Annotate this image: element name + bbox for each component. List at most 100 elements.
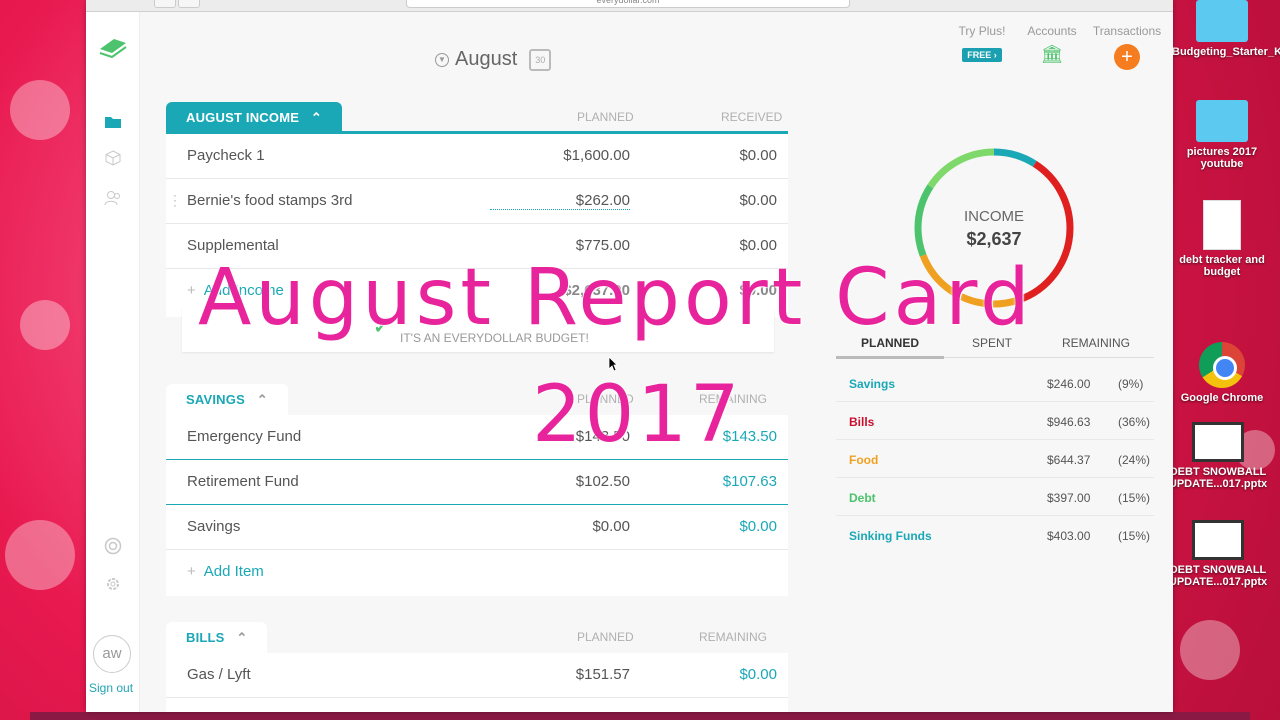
- item-name[interactable]: Emergency Fund: [187, 428, 301, 445]
- table-row[interactable]: Gas / Lyft $151.57 $0.00: [166, 653, 788, 698]
- sign-out-link[interactable]: Sign out: [89, 681, 133, 695]
- item-name[interactable]: Savings: [187, 518, 240, 535]
- col-received: RECEIVED: [721, 110, 783, 124]
- back-button[interactable]: [154, 0, 176, 8]
- summary-label: Debt: [849, 491, 876, 505]
- table-row[interactable]: Paycheck 1 $1,600.00 $0.00: [166, 134, 788, 179]
- transactions-button[interactable]: Transactions +: [1090, 24, 1164, 70]
- desktop-item-pptx-1[interactable]: DEBT SNOWBALL UPDATE...017.pptx: [1168, 422, 1268, 490]
- table-row[interactable]: · · · Bernie's food stamps 3rd $262.00 $0.…: [166, 179, 788, 224]
- drag-handle-icon[interactable]: · · ·: [173, 189, 177, 211]
- mouse-cursor-icon: [608, 356, 618, 372]
- item-planned[interactable]: $775.00: [576, 237, 630, 254]
- item-planned[interactable]: $0.00: [592, 518, 630, 535]
- free-badge[interactable]: FREE ›: [962, 48, 1002, 62]
- avatar[interactable]: aw: [93, 635, 131, 673]
- donut-center: INCOME $2,637: [912, 208, 1076, 250]
- summary-amount: $644.37: [1047, 453, 1091, 467]
- document-icon: [1203, 200, 1241, 250]
- item-name[interactable]: Gas / Lyft: [187, 666, 251, 683]
- item-name[interactable]: Supplemental: [187, 237, 279, 254]
- item-received: $0.00: [739, 147, 777, 164]
- item-remaining: $107.63: [722, 473, 777, 490]
- add-item-label: Add Item: [203, 563, 264, 580]
- donut-value: $2,637: [966, 229, 1022, 249]
- folder-icon: [1196, 0, 1248, 42]
- forward-button[interactable]: [178, 0, 200, 8]
- heart-decoration: [1180, 620, 1240, 680]
- desktop-item-budgeting-kit[interactable]: Budgeting_Starter_Kit: [1172, 0, 1280, 58]
- plus-icon: +: [187, 563, 196, 580]
- chevron-up-icon[interactable]: ⌃: [236, 630, 247, 645]
- item-planned[interactable]: $151.57: [576, 666, 630, 683]
- table-row[interactable]: Savings $0.00 $0.00: [166, 505, 788, 550]
- summary-row-savings[interactable]: Savings $246.00 (9%): [836, 364, 1154, 402]
- chevron-up-icon[interactable]: ⌃: [311, 110, 322, 125]
- bank-icon: 🏛: [1040, 44, 1064, 64]
- people-icon[interactable]: [103, 188, 123, 208]
- desktop-item-pptx-2[interactable]: DEBT SNOWBALL UPDATE...017.pptx: [1168, 520, 1268, 588]
- summary-label: Sinking Funds: [849, 529, 932, 543]
- url-bar[interactable]: everydollar.com: [406, 0, 850, 8]
- item-planned[interactable]: $262.00: [489, 192, 630, 210]
- summary-row-debt[interactable]: Debt $397.00 (15%): [836, 478, 1154, 516]
- dock: [30, 712, 1250, 720]
- month-selector[interactable]: ▼ August 30: [435, 48, 552, 71]
- desktop-item-debt-tracker[interactable]: debt tracker and budget: [1172, 200, 1272, 278]
- summary-row-bills[interactable]: Bills $946.63 (36%): [836, 402, 1154, 440]
- accounts-label: Accounts: [1027, 24, 1077, 38]
- transactions-label: Transactions: [1092, 24, 1162, 38]
- summary-amount: $946.63: [1047, 415, 1091, 429]
- desktop-item-chrome[interactable]: Google Chrome: [1172, 342, 1272, 404]
- folder-icon[interactable]: [103, 112, 123, 132]
- item-planned[interactable]: $102.50: [576, 473, 630, 490]
- col-remaining[interactable]: REMAINING: [699, 630, 767, 644]
- desktop-item-label: DEBT SNOWBALL UPDATE...017.pptx: [1168, 564, 1268, 588]
- income-tab[interactable]: AUGUST INCOME ⌃: [166, 102, 343, 133]
- overlay-year: 2017: [532, 370, 743, 460]
- summary-row-sinking-funds[interactable]: Sinking Funds $403.00 (15%): [836, 516, 1154, 554]
- help-icon[interactable]: [103, 536, 123, 556]
- desktop-item-label: pictures 2017 youtube: [1186, 146, 1258, 170]
- desktop-item-label: DEBT SNOWBALL UPDATE...017.pptx: [1168, 466, 1268, 490]
- plus-icon: +: [187, 282, 196, 299]
- try-plus-label: Try Plus!: [958, 24, 1006, 38]
- gear-icon[interactable]: [103, 574, 123, 594]
- bills-rows: Gas / Lyft $151.57 $0.00: [166, 653, 788, 712]
- add-item-row[interactable]: + Add Item: [166, 550, 788, 595]
- summary-label: Bills: [849, 415, 875, 429]
- summary-label: Savings: [849, 377, 896, 391]
- everydollar-logo-icon[interactable]: [98, 34, 128, 60]
- add-item-button[interactable]: + Add Item: [187, 563, 264, 580]
- chrome-icon: [1199, 342, 1245, 388]
- savings-tab[interactable]: SAVINGS ⌃: [166, 384, 288, 415]
- summary-label: Food: [849, 453, 879, 467]
- folder-icon: [1196, 100, 1248, 142]
- try-plus[interactable]: Try Plus! FREE ›: [950, 24, 1014, 62]
- summary-row-food[interactable]: Food $644.37 (24%): [836, 440, 1154, 478]
- overlay-title: August Report Card: [198, 253, 1034, 343]
- chevron-up-icon[interactable]: ⌃: [257, 392, 268, 407]
- accounts-button[interactable]: Accounts 🏛: [1020, 24, 1084, 65]
- summary-amount: $397.00: [1047, 491, 1091, 505]
- item-planned[interactable]: $1,600.00: [563, 147, 630, 164]
- desktop-item-pictures[interactable]: pictures 2017 youtube: [1172, 100, 1272, 170]
- bills-title: BILLS: [186, 630, 225, 645]
- item-name[interactable]: Paycheck 1: [187, 147, 265, 164]
- summary-percent: (15%): [1118, 529, 1151, 543]
- table-row[interactable]: Retirement Fund $102.50 $107.63: [166, 460, 788, 505]
- item-name[interactable]: Bernie's food stamps 3rd: [187, 192, 352, 209]
- summary-amount: $403.00: [1047, 529, 1091, 543]
- bills-tab[interactable]: BILLS ⌃: [166, 622, 268, 653]
- item-name[interactable]: Retirement Fund: [187, 473, 299, 490]
- cube-icon[interactable]: [103, 148, 123, 168]
- summary-percent: (9%): [1118, 377, 1144, 391]
- summary-percent: (24%): [1118, 453, 1151, 467]
- desktop-item-label: Google Chrome: [1180, 392, 1264, 404]
- add-transaction-icon[interactable]: +: [1114, 44, 1140, 70]
- calendar-icon[interactable]: 30: [529, 48, 552, 71]
- item-received: $0.00: [739, 237, 777, 254]
- item-remaining: $0.00: [739, 518, 777, 535]
- bills-card: BILLS ⌃ PLANNED REMAINING Gas / Lyft $15…: [166, 622, 788, 712]
- summary-percent: (15%): [1118, 491, 1151, 505]
